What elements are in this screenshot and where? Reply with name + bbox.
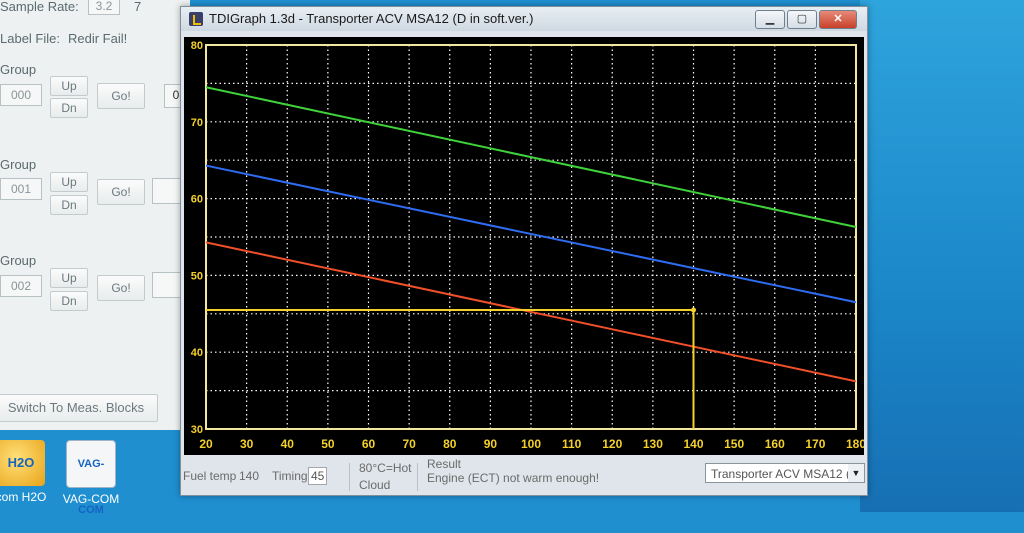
group-up-button[interactable]: Up — [50, 76, 88, 96]
y-tick-label: 80 — [191, 40, 203, 52]
maximize-button[interactable]: ▢ — [787, 10, 817, 29]
group-go-button[interactable]: Go! — [97, 83, 145, 109]
desktop-background — [860, 0, 1024, 512]
vag-com-window: Sample Rate: 3.2 7 Label File: Redir Fai… — [0, 0, 192, 430]
x-tick-label: 60 — [362, 437, 376, 451]
sample-rate-field[interactable]: 3.2 — [88, 0, 120, 15]
desktop-icon-h2o[interactable]: H2O com H2O — [0, 440, 56, 504]
y-tick-label: 40 — [191, 347, 203, 359]
y-tick-label: 50 — [191, 270, 203, 282]
fuel-temp-label: Fuel temp — [183, 469, 237, 483]
group-field[interactable]: 002 — [0, 275, 42, 297]
vehicle-profile-select[interactable]: Transporter ACV MSA12 (D ▼ — [705, 463, 865, 483]
x-tick-label: 150 — [724, 437, 744, 451]
x-tick-label: 80 — [443, 437, 457, 451]
group-field[interactable]: 000 — [0, 84, 42, 106]
close-button[interactable]: ✕ — [819, 10, 857, 29]
cloud-label: Cloud — [359, 478, 391, 492]
window-title: TDIGraph 1.3d - Transporter ACV MSA12 (D… — [209, 11, 534, 26]
group-down-button[interactable]: Dn — [50, 291, 88, 311]
timing-label: Timing — [272, 469, 308, 483]
hot-temp-label: 80°C=Hot — [359, 461, 412, 475]
x-tick-label: 40 — [281, 437, 295, 451]
result-value: Engine (ECT) not warm enough! — [427, 471, 600, 485]
label-file-label: Label File: — [0, 31, 60, 46]
group-field[interactable]: 001 — [0, 178, 42, 200]
graph-panel: 20 30 40 50 60 70 80 90 100 110 120 130 140 150 160 170… — [184, 37, 867, 455]
y-tick-label: 60 — [191, 194, 203, 206]
x-tick-label: 90 — [484, 437, 498, 451]
title-bar[interactable]: TDIGraph 1.3d - Transporter ACV MSA12 (D… — [181, 7, 867, 31]
series-line-2 — [205, 164, 857, 304]
timing-field[interactable]: 45 — [308, 467, 328, 485]
x-tick-label: 30 — [240, 437, 254, 451]
y-tick-label: 30 — [191, 424, 203, 436]
group-down-button[interactable]: Dn — [50, 98, 88, 118]
desktop-icon-label: com H2O — [0, 490, 47, 504]
x-tick-label: 180 — [846, 437, 864, 451]
vag-com-icon: VAG-COM — [66, 440, 116, 516]
switch-to-meas-blocks-button[interactable]: Switch To Meas. Blocks — [0, 394, 158, 422]
group-up-button[interactable]: Up — [50, 268, 88, 288]
tdigraph-window: TDIGraph 1.3d - Transporter ACV MSA12 (D… — [180, 6, 868, 496]
group-label: Group — [0, 253, 37, 268]
x-tick-label: 130 — [643, 437, 663, 451]
minimize-button[interactable]: ▁ — [755, 10, 785, 29]
x-tick-label: 20 — [199, 437, 213, 451]
chevron-down-icon[interactable]: ▼ — [848, 464, 864, 482]
vehicle-profile-value: Transporter ACV MSA12 (D — [711, 467, 859, 481]
desktop-icon-vag-com[interactable]: VAG-COM VAG-COM — [56, 440, 126, 516]
x-tick-label: 140 — [683, 437, 703, 451]
x-tick-label: 120 — [602, 437, 622, 451]
app-icon — [189, 12, 203, 26]
status-bar: Fuel temp 140 Timing 45 80°C=Hot Cloud R… — [181, 457, 867, 495]
label-file-value: Redir Fail! — [68, 31, 128, 46]
sample-rate-label: Sample Rate: — [0, 0, 79, 14]
result-label: Result — [427, 457, 462, 471]
x-tick-label: 50 — [321, 437, 335, 451]
group-label: Group — [0, 157, 37, 172]
x-tick-label: 70 — [402, 437, 416, 451]
x-tick-label: 100 — [521, 437, 541, 451]
group-up-button[interactable]: Up — [50, 172, 88, 192]
group-down-button[interactable]: Dn — [50, 195, 88, 215]
x-tick-label: 160 — [765, 437, 785, 451]
group-go-button[interactable]: Go! — [97, 179, 145, 205]
marker-point — [691, 307, 696, 313]
desktop-icon-label: VAG-COM — [62, 492, 120, 506]
x-tick-label: 170 — [805, 437, 825, 451]
y-tick-label: 70 — [191, 117, 203, 129]
fuel-temp-value: 140 — [239, 469, 260, 483]
status-divider — [417, 463, 418, 491]
line-chart: 20 30 40 50 60 70 80 90 100 110 120 130 140 150 160 170… — [191, 40, 867, 451]
group-go-button[interactable]: Go! — [97, 275, 145, 301]
h2o-icon: H2O — [0, 440, 45, 486]
x-tick-label: 110 — [562, 437, 582, 451]
sample-rate-extra: 7 — [134, 0, 142, 14]
group-label: Group — [0, 62, 37, 77]
status-divider — [349, 463, 350, 491]
